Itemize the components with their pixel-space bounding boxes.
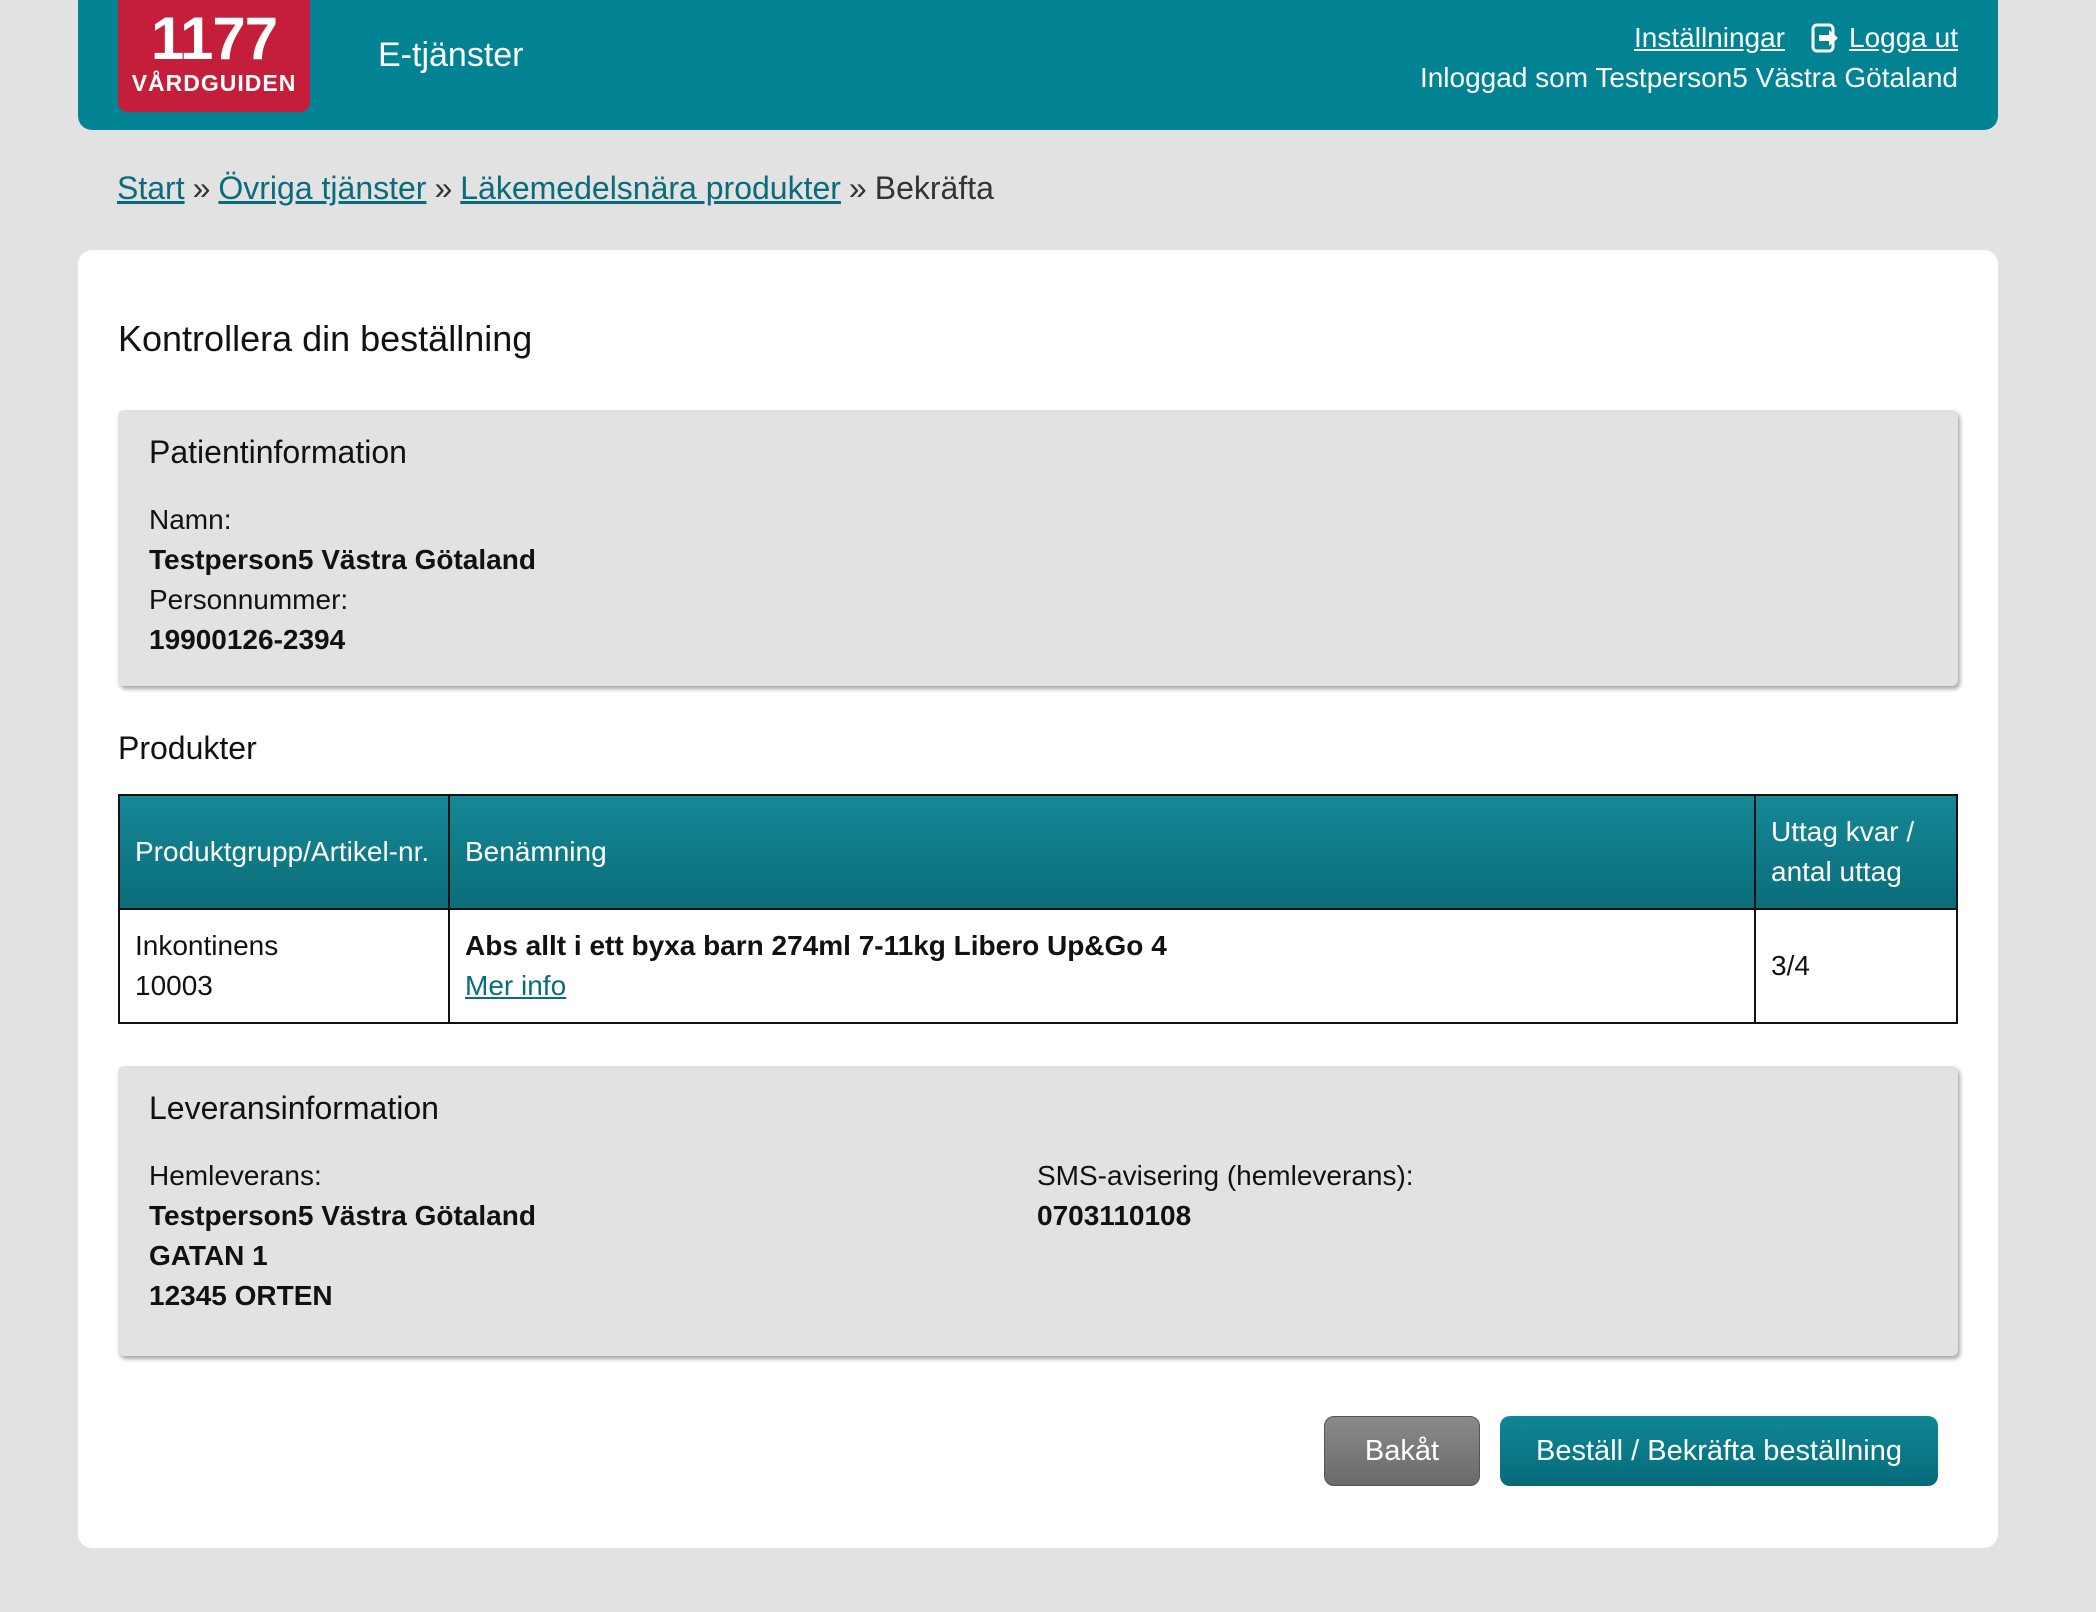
- personnummer-value: 19900126-2394: [149, 624, 346, 655]
- logout-link[interactable]: Logga ut: [1849, 22, 1958, 54]
- name-label: Namn:: [149, 504, 232, 535]
- patient-info-panel: Patientinformation Namn: Testperson5 Väs…: [118, 410, 1958, 686]
- breadcrumb-start[interactable]: Start: [117, 170, 185, 206]
- more-info-link[interactable]: Mer info: [465, 970, 566, 1001]
- personnummer-label: Personnummer:: [149, 584, 349, 615]
- home-delivery-street: GATAN 1: [149, 1240, 268, 1271]
- home-delivery-name: Testperson5 Västra Götaland: [149, 1200, 536, 1231]
- patient-info-heading: Patientinformation: [149, 434, 407, 470]
- logout[interactable]: Logga ut: [1811, 22, 1958, 54]
- breadcrumb-separator: »: [434, 170, 453, 206]
- column-header-withdrawals: Uttag kvar / antal uttag: [1754, 794, 1958, 910]
- breadcrumb: Start» Övriga tjänster» Läkemedelsnära pro…: [117, 170, 994, 207]
- breadcrumb-other-services[interactable]: Övriga tjänster: [218, 170, 426, 206]
- products-heading: Produkter: [118, 730, 257, 766]
- name-value: Testperson5 Västra Götaland: [149, 544, 536, 575]
- breadcrumb-current: Bekräfta: [874, 170, 994, 206]
- confirm-order-button[interactable]: Beställ / Bekräfta beställning: [1500, 1416, 1938, 1486]
- product-group: Inkontinens: [135, 930, 279, 961]
- home-delivery-city: 12345 ORTEN: [149, 1280, 333, 1311]
- delivery-info-panel: Leveransinformation Hemleverans: Testper…: [118, 1066, 1958, 1356]
- table-header-row: Produktgrupp/Artikel-nr. Benämning Uttag…: [118, 794, 1958, 910]
- top-header: 1177 VÅRDGUIDEN E-tjänster Inställningar…: [78, 0, 1998, 130]
- delivery-info-heading: Leveransinformation: [149, 1090, 439, 1126]
- product-name-cell: Abs allt i ett byxa barn 274ml 7-11kg Li…: [448, 908, 1756, 1024]
- header-links: Inställningar Logga ut: [1634, 22, 1958, 54]
- logged-in-as: Inloggad som Testperson5 Västra Götaland: [1419, 62, 1958, 93]
- sms-label: SMS-avisering (hemleverans):: [1037, 1160, 1414, 1191]
- table-row: Inkontinens 10003 Abs allt i ett byxa ba…: [118, 908, 1958, 1024]
- app-title: E-tjänster: [378, 36, 524, 74]
- breadcrumb-medical-products[interactable]: Läkemedelsnära produkter: [460, 170, 841, 206]
- product-group-cell: Inkontinens 10003: [118, 908, 450, 1024]
- sms-value: 0703110108: [1037, 1200, 1192, 1231]
- withdrawals-cell: 3/4: [1754, 908, 1958, 1024]
- main-card: Kontrollera din beställning Patientinfor…: [78, 250, 1998, 1548]
- back-button[interactable]: Bakåt: [1324, 1416, 1480, 1486]
- home-delivery-label: Hemleverans:: [149, 1160, 322, 1191]
- vardguiden-logo[interactable]: 1177 VÅRDGUIDEN: [118, 0, 310, 112]
- logout-icon[interactable]: [1811, 23, 1839, 53]
- logo-number: 1177: [150, 5, 278, 72]
- product-name: Abs allt i ett byxa barn 274ml 7-11kg Li…: [465, 930, 1167, 961]
- products-table: Produktgrupp/Artikel-nr. Benämning Uttag…: [118, 794, 1958, 1024]
- breadcrumb-separator: »: [192, 170, 211, 206]
- logo-text: VÅRDGUIDEN: [131, 70, 297, 96]
- page-title: Kontrollera din beställning: [118, 318, 533, 359]
- breadcrumb-separator: »: [848, 170, 867, 206]
- settings-link[interactable]: Inställningar: [1634, 22, 1785, 54]
- article-number: 10003: [135, 970, 213, 1001]
- column-header-name: Benämning: [448, 794, 1756, 910]
- column-header-group: Produktgrupp/Artikel-nr.: [118, 794, 450, 910]
